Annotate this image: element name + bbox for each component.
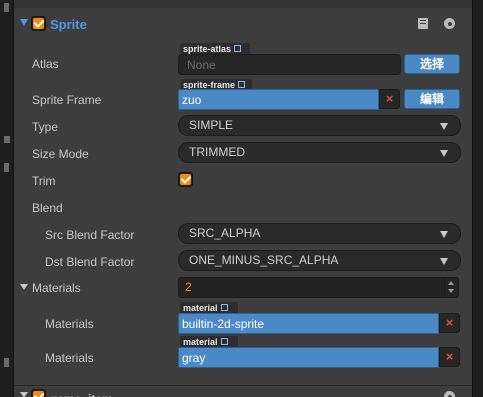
gear-icon[interactable] (444, 391, 455, 397)
size-mode-value: TRIMMED (189, 145, 245, 159)
component-divider (14, 385, 472, 386)
material-item-label: Materials (45, 317, 94, 331)
src-blend-factor-select[interactable]: SRC_ALPHA (178, 223, 461, 244)
component-title: Sprite (50, 17, 87, 32)
trim-checkbox[interactable] (178, 172, 193, 187)
dst-blend-factor-value: ONE_MINUS_SRC_ALPHA (189, 253, 339, 267)
foldout-arrow-icon[interactable] (20, 392, 28, 397)
component-title: game_item (50, 392, 113, 397)
external-link-icon[interactable] (220, 304, 228, 311)
sprite-frame-label: Sprite Frame (32, 93, 102, 107)
clear-sprite-frame-button[interactable]: × (379, 89, 400, 109)
type-label: Type (32, 120, 59, 134)
type-value: SIMPLE (189, 118, 234, 132)
external-link-icon[interactable] (234, 45, 242, 52)
size-mode-select[interactable]: TRIMMED (178, 142, 461, 163)
material-item-label: Materials (45, 351, 94, 365)
inspector-panel: Sprite Atlas sprite-atlas None 选择 Sprite… (14, 0, 472, 397)
materials-label: Materials (32, 281, 81, 295)
clear-material-button[interactable]: × (439, 347, 460, 367)
materials-foldout-icon[interactable] (20, 284, 28, 290)
game-item-enabled-checkbox[interactable] (31, 389, 46, 397)
check-icon (180, 174, 191, 185)
edge-marker (4, 358, 9, 367)
panel-top-border (14, 0, 472, 8)
external-link-icon[interactable] (220, 338, 228, 345)
gear-icon[interactable] (444, 18, 455, 29)
sprite-enabled-checkbox[interactable] (31, 16, 46, 31)
scrollbar[interactable] (472, 0, 483, 397)
asset-type-label: material (183, 303, 218, 313)
material-field[interactable]: gray (178, 347, 439, 368)
chevron-down-icon (440, 258, 448, 265)
materials-count-stepper[interactable] (444, 278, 457, 297)
dst-blend-factor-select[interactable]: ONE_MINUS_SRC_ALPHA (178, 250, 461, 271)
left-panel-edge (0, 0, 14, 397)
materials-count-input[interactable]: 2 (178, 277, 459, 298)
trim-label: Trim (32, 174, 56, 188)
src-blend-factor-label: Src Blend Factor (45, 228, 135, 242)
blend-label: Blend (32, 201, 63, 215)
edit-sprite-frame-button[interactable]: 编辑 (404, 89, 460, 109)
stepper-up-icon[interactable] (448, 281, 454, 285)
dst-blend-factor-label: Dst Blend Factor (45, 255, 135, 269)
asset-type-label: material (183, 337, 218, 347)
sprite-frame-field[interactable]: zuo (178, 89, 379, 110)
select-atlas-button[interactable]: 选择 (404, 54, 460, 74)
external-link-icon[interactable] (238, 81, 246, 88)
atlas-label: Atlas (32, 57, 59, 71)
clear-material-button[interactable]: × (439, 313, 460, 333)
check-icon (33, 18, 44, 29)
type-select[interactable]: SIMPLE (178, 115, 461, 136)
atlas-field[interactable]: None (178, 54, 401, 75)
chevron-down-icon (440, 150, 448, 157)
edge-marker (4, 163, 9, 172)
edge-marker (4, 136, 10, 143)
foldout-arrow-icon[interactable] (20, 19, 28, 26)
stepper-down-icon[interactable] (448, 289, 454, 293)
src-blend-factor-value: SRC_ALPHA (189, 226, 261, 240)
book-icon[interactable] (418, 18, 428, 29)
edge-marker (4, 3, 9, 12)
chevron-down-icon (440, 123, 448, 130)
sprite-component-header[interactable]: Sprite (14, 12, 472, 36)
check-icon (33, 391, 44, 397)
chevron-down-icon (440, 231, 448, 238)
size-mode-label: Size Mode (32, 147, 89, 161)
asset-type-label: sprite-atlas (183, 44, 232, 54)
material-field[interactable]: builtin-2d-sprite (178, 313, 439, 334)
